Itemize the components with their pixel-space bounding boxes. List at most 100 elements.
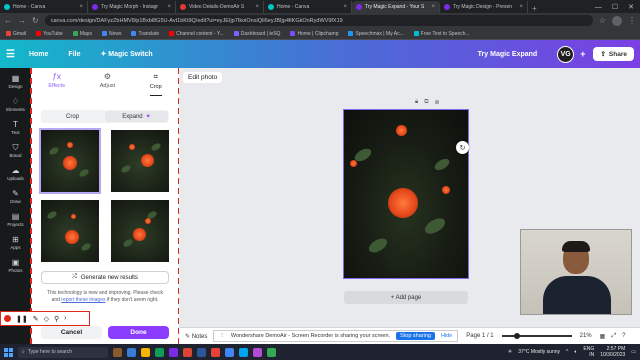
bookmark-item[interactable]: Translate — [131, 31, 159, 37]
profile-avatar[interactable] — [612, 15, 622, 26]
zoom-slider-knob[interactable] — [513, 333, 520, 339]
close-tab-icon[interactable]: × — [79, 4, 83, 10]
language-indicator[interactable]: ENG IN — [583, 346, 594, 358]
generate-new-results-button[interactable]: ⤮ Generate new results — [41, 271, 169, 284]
bookmark-item[interactable]: Gmail — [6, 31, 26, 37]
browser-menu-icon[interactable]: ⋮ — [628, 16, 636, 25]
notifications-icon[interactable]: ▭ — [631, 349, 636, 355]
tab-crop[interactable]: ⌗ Crop — [149, 72, 162, 96]
taskbar-clock[interactable]: 2:57 PM 10/30/2023 — [600, 346, 625, 358]
maximize-icon[interactable]: ☐ — [612, 3, 618, 11]
lock-icon[interactable]: 🔒︎ — [415, 99, 418, 106]
reload-icon[interactable]: ↻ — [32, 16, 39, 25]
back-icon[interactable]: ← — [4, 16, 12, 25]
done-button[interactable]: Done — [108, 326, 169, 339]
cancel-button[interactable]: Cancel — [41, 326, 102, 339]
browser-tab[interactable]: Home - Canva × — [264, 1, 352, 13]
hide-sharing-link[interactable]: Hide — [441, 333, 452, 339]
more-icon[interactable]: › — [64, 315, 66, 322]
try-magic-expand-label[interactable]: Try Magic Expand — [478, 51, 538, 58]
browser-tab-active[interactable]: Try Magic Expand - Your S × — [352, 1, 440, 13]
lock-icon[interactable]: ⚲ — [54, 315, 59, 323]
bookmark-item[interactable]: News — [101, 31, 121, 37]
user-avatar[interactable]: VG — [557, 45, 575, 63]
bookmark-item[interactable]: Maps — [72, 31, 92, 37]
rail-item-brand[interactable]: ⛉ Brand — [9, 143, 21, 158]
report-images-link[interactable]: report these images — [61, 297, 105, 303]
taskbar-app-icon[interactable] — [253, 347, 262, 357]
rail-item-elements[interactable]: ♢ Elements — [6, 97, 25, 112]
new-tab-icon[interactable]: + — [528, 4, 541, 13]
rotate-icon[interactable]: ↻ — [456, 141, 469, 154]
rail-item-draw[interactable]: ✎ Draw — [10, 189, 21, 204]
tray-expand-icon[interactable]: ^ — [566, 349, 568, 355]
eraser-icon[interactable]: ◇ — [44, 315, 49, 323]
weather-text[interactable]: 37°C Mostly sunny — [518, 349, 560, 355]
taskbar-app-icon[interactable] — [225, 347, 234, 357]
zoom-percent[interactable]: 21% — [580, 333, 592, 339]
bookmark-item[interactable]: Free Text to Speech... — [413, 31, 470, 37]
rail-item-text[interactable]: T Text — [11, 120, 19, 135]
add-collaborator-icon[interactable]: + — [580, 49, 585, 59]
browser-tab[interactable]: Video Details-DemoAir S × — [176, 1, 264, 13]
taskbar-search-input[interactable]: ⌕ Type here to search — [18, 346, 108, 358]
tab-effects[interactable]: ƒx Effects — [48, 72, 65, 96]
taskbar-app-icon[interactable] — [239, 347, 248, 357]
bookmark-item[interactable]: Speechmax | My Ac... — [348, 31, 404, 37]
grid-view-icon[interactable]: ▦ — [600, 333, 606, 340]
close-tab-icon[interactable]: × — [255, 4, 259, 10]
tab-adjust[interactable]: ⚙ Adjust — [100, 72, 115, 96]
taskbar-app-icon[interactable] — [127, 347, 136, 357]
record-dot-icon[interactable] — [4, 315, 11, 322]
bookmark-item[interactable]: Dashboard | ieSQ — [233, 31, 280, 37]
fullscreen-icon[interactable]: ⤢ — [611, 333, 616, 340]
taskbar-app-icon[interactable] — [183, 347, 192, 357]
magic-switch-button[interactable]: ✦ Magic Switch — [100, 50, 152, 58]
minimize-icon[interactable]: — — [595, 4, 602, 11]
bookmark-item[interactable]: Home | Clipchamp — [290, 31, 338, 37]
notes-button[interactable]: ✎ Notes — [185, 333, 207, 340]
rail-item-apps[interactable]: ⊞ Apps — [10, 235, 20, 250]
result-thumbnail[interactable] — [111, 130, 169, 192]
result-thumbnail[interactable] — [111, 200, 169, 262]
volume-icon[interactable]: 🔈︎ — [574, 349, 577, 355]
taskbar-app-icon[interactable] — [141, 347, 150, 357]
help-icon[interactable]: ? — [622, 333, 625, 339]
taskbar-app-icon[interactable] — [267, 347, 276, 357]
crop-segment-button[interactable]: Crop — [41, 110, 104, 123]
forward-icon[interactable]: → — [18, 16, 26, 25]
zoom-slider[interactable] — [501, 333, 572, 339]
bookmark-star-icon[interactable]: ☆ — [599, 16, 606, 25]
close-tab-icon[interactable]: × — [431, 4, 435, 10]
duplicate-icon[interactable]: ⧉ — [424, 99, 428, 106]
taskbar-app-icon[interactable] — [169, 347, 178, 357]
close-tab-icon[interactable]: × — [519, 4, 523, 10]
expand-segment-button[interactable]: Expand ✦ — [105, 111, 168, 122]
taskbar-app-icon[interactable] — [197, 347, 206, 357]
edit-photo-button[interactable]: Edit photo — [183, 72, 223, 83]
close-tab-icon[interactable]: × — [167, 4, 171, 10]
browser-tab[interactable]: Try Magic Morph - Instagr × — [88, 1, 176, 13]
file-menu[interactable]: File — [68, 51, 80, 58]
add-icon[interactable]: ⊕ — [435, 99, 440, 106]
close-window-icon[interactable]: ✕ — [628, 3, 634, 11]
add-page-button[interactable]: + Add page — [344, 291, 468, 304]
home-link[interactable]: Home — [29, 51, 48, 58]
rail-item-uploads[interactable]: ☁ Uploads — [7, 166, 24, 181]
stop-sharing-button[interactable]: Stop sharing — [396, 332, 435, 340]
taskbar-app-icon[interactable] — [155, 347, 164, 357]
pen-icon[interactable]: ✎ — [33, 315, 39, 323]
bookmark-item[interactable]: Channel content - Y... — [169, 31, 224, 37]
taskbar-app-icon[interactable] — [211, 347, 220, 357]
design-artboard-photo[interactable] — [343, 109, 469, 279]
url-input[interactable]: canva.com/design/DAFyzZbHMV8/p1Bxbl8G5U-… — [44, 15, 593, 26]
taskbar-app-icon[interactable] — [113, 347, 122, 357]
rail-item-design[interactable]: ▦ Design — [8, 74, 22, 89]
close-tab-icon[interactable]: × — [343, 4, 347, 10]
hamburger-menu-icon[interactable]: ☰ — [6, 49, 15, 60]
windows-start-icon[interactable] — [4, 347, 13, 357]
browser-tab[interactable]: Try Magic Design - Presen × — [440, 1, 528, 13]
rail-item-photos[interactable]: ▣ Photos — [8, 258, 22, 273]
bookmark-item[interactable]: YouTube — [36, 31, 63, 37]
browser-tab[interactable]: Home - Canva × — [0, 1, 88, 13]
